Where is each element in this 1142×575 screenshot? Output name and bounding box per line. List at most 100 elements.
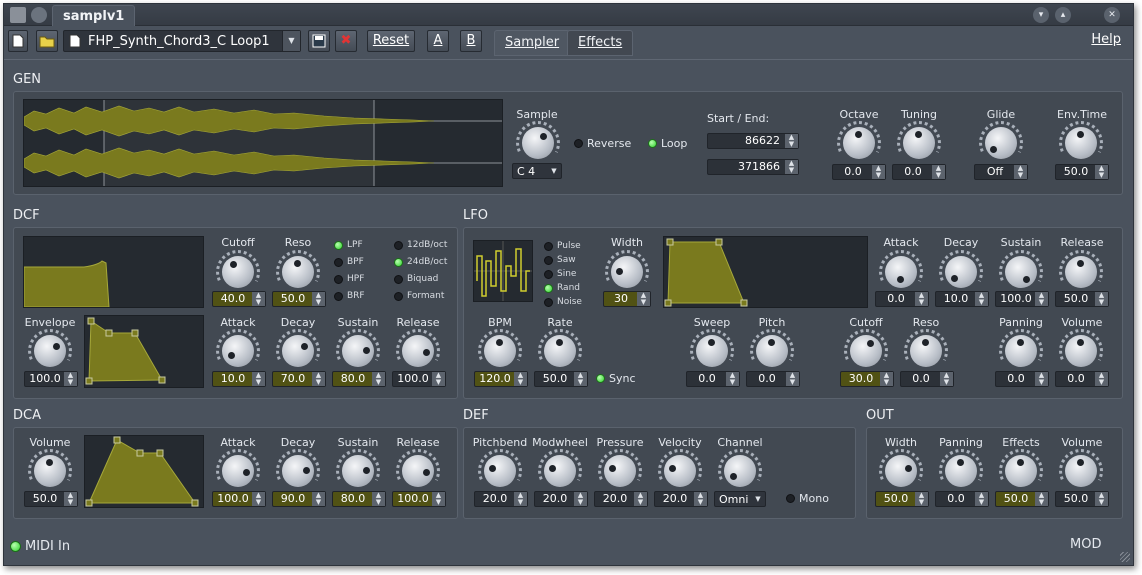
- dca-sustain-spinbox[interactable]: 80.0 ▲ ▼: [332, 491, 386, 507]
- save-preset-button[interactable]: [308, 30, 330, 52]
- dcf-decay-spinbox[interactable]: 70.0 ▲ ▼: [272, 371, 326, 387]
- glide-spinbox[interactable]: Off ▲ ▼: [974, 164, 1028, 180]
- sync-led[interactable]: [596, 374, 605, 383]
- reverse-led[interactable]: [574, 139, 583, 148]
- out-panning-spinbox[interactable]: 0.0 ▲ ▼: [935, 491, 989, 507]
- out-effects-knob[interactable]: [1005, 455, 1037, 487]
- modwheel-spinbox[interactable]: 20.0 ▲ ▼: [534, 491, 588, 507]
- out-volume-knob[interactable]: [1065, 455, 1097, 487]
- lfo-wave-graph[interactable]: [473, 240, 533, 302]
- envtime-knob[interactable]: [1065, 127, 1097, 159]
- tab-sampler[interactable]: Sampler: [494, 30, 571, 56]
- help-menu[interactable]: Help: [1091, 32, 1121, 47]
- dcf-decay-knob[interactable]: [282, 335, 314, 367]
- reset-button[interactable]: Reset: [367, 30, 415, 52]
- dcf-sustain-knob[interactable]: [342, 335, 374, 367]
- pitchbend-spinbox[interactable]: 20.0 ▲ ▼: [474, 491, 528, 507]
- lfo-cutoff-knob[interactable]: [850, 335, 882, 367]
- chevron-down-icon[interactable]: ▼: [282, 31, 300, 51]
- end-spinbox[interactable]: 371866 ▲ ▼: [707, 159, 799, 175]
- glide-knob[interactable]: [985, 127, 1017, 159]
- 24db-led[interactable]: [394, 258, 403, 267]
- sample-knob[interactable]: [522, 127, 554, 159]
- loop-led[interactable]: [648, 139, 657, 148]
- window-tab[interactable]: samplv1: [52, 5, 136, 26]
- lfo-bpm-spinbox[interactable]: 120.0 ▲ ▼: [474, 371, 528, 387]
- lfo-panning-knob[interactable]: [1005, 335, 1037, 367]
- dcf-reso-spinbox[interactable]: 50.0 ▲ ▼: [272, 291, 326, 307]
- octave-knob[interactable]: [843, 127, 875, 159]
- noise-led[interactable]: [544, 298, 553, 307]
- dcf-reso-knob[interactable]: [282, 256, 314, 288]
- velocity-spinbox[interactable]: 20.0 ▲ ▼: [654, 491, 708, 507]
- lfo-width-knob[interactable]: [611, 256, 643, 288]
- out-panning-knob[interactable]: [945, 455, 977, 487]
- dcf-attack-spinbox[interactable]: 10.0 ▲ ▼: [212, 371, 266, 387]
- dca-release-spinbox[interactable]: 100.0 ▲ ▼: [392, 491, 446, 507]
- saw-led[interactable]: [544, 256, 553, 265]
- minimize-icon[interactable]: ▾: [1033, 7, 1049, 23]
- new-preset-button[interactable]: [8, 30, 28, 52]
- filter-curve-graph[interactable]: [23, 236, 204, 308]
- open-preset-button[interactable]: [36, 30, 58, 52]
- resize-grip-icon[interactable]: [1120, 552, 1130, 562]
- rand-led[interactable]: [544, 284, 553, 293]
- pulse-led[interactable]: [544, 242, 553, 251]
- lfo-release-knob[interactable]: [1065, 256, 1097, 288]
- lfo-volume-knob[interactable]: [1065, 335, 1097, 367]
- lfo-volume-spinbox[interactable]: 0.0 ▲ ▼: [1055, 371, 1109, 387]
- dca-volume-knob[interactable]: [34, 455, 66, 487]
- out-volume-spinbox[interactable]: 50.0 ▲ ▼: [1055, 491, 1109, 507]
- dcf-attack-knob[interactable]: [222, 335, 254, 367]
- lfo-panning-spinbox[interactable]: 0.0 ▲ ▼: [995, 371, 1049, 387]
- start-spinbox[interactable]: 86622 ▲ ▼: [707, 133, 799, 149]
- biquad-led[interactable]: [394, 275, 403, 284]
- tuning-knob[interactable]: [903, 127, 935, 159]
- lfo-release-spinbox[interactable]: 50.0 ▲ ▼: [1055, 291, 1109, 307]
- out-effects-spinbox[interactable]: 50.0 ▲ ▼: [995, 491, 1049, 507]
- dca-decay-knob[interactable]: [282, 455, 314, 487]
- lfo-decay-knob[interactable]: [945, 256, 977, 288]
- lfo-pitch-knob[interactable]: [756, 335, 788, 367]
- lfo-attack-spinbox[interactable]: 0.0 ▲ ▼: [875, 291, 929, 307]
- lfo-bpm-knob[interactable]: [484, 335, 516, 367]
- tab-effects[interactable]: Effects: [567, 30, 634, 56]
- maximize-icon[interactable]: ▴: [1055, 7, 1071, 23]
- dca-attack-spinbox[interactable]: 100.0 ▲ ▼: [212, 491, 266, 507]
- lfo-reso-knob[interactable]: [910, 335, 942, 367]
- b-button[interactable]: B: [460, 30, 482, 52]
- envtime-spinbox[interactable]: 50.0 ▲ ▼: [1055, 164, 1109, 180]
- pressure-spinbox[interactable]: 20.0 ▲ ▼: [594, 491, 648, 507]
- sample-note-combo[interactable]: C 4 ▼: [512, 163, 562, 179]
- dca-volume-spinbox[interactable]: 50.0 ▲ ▼: [24, 491, 78, 507]
- mono-led[interactable]: [786, 494, 795, 503]
- dcf-sustain-spinbox[interactable]: 80.0 ▲ ▼: [332, 371, 386, 387]
- bpf-led[interactable]: [334, 258, 343, 267]
- lfo-width-spinbox[interactable]: 30 ▲ ▼: [603, 291, 651, 307]
- sample-waveform[interactable]: [23, 99, 503, 187]
- dca-envelope-graph[interactable]: [84, 435, 204, 508]
- dca-decay-spinbox[interactable]: 90.0 ▲ ▼: [272, 491, 326, 507]
- dca-sustain-knob[interactable]: [342, 455, 374, 487]
- lfo-pitch-spinbox[interactable]: 0.0 ▲ ▼: [746, 371, 800, 387]
- dca-release-knob[interactable]: [402, 455, 434, 487]
- dcf-release-spinbox[interactable]: 100.0 ▲ ▼: [392, 371, 446, 387]
- lfo-decay-spinbox[interactable]: 10.0 ▲ ▼: [935, 291, 989, 307]
- 12db-led[interactable]: [394, 241, 403, 250]
- a-button[interactable]: A: [427, 30, 449, 52]
- dcf-release-knob[interactable]: [402, 335, 434, 367]
- dcf-cutoff-knob[interactable]: [222, 256, 254, 288]
- dcf-envelope-graph[interactable]: [84, 315, 204, 388]
- channel-combo[interactable]: Omni ▼: [714, 491, 766, 507]
- pressure-knob[interactable]: [604, 455, 636, 487]
- lfo-sweep-knob[interactable]: [696, 335, 728, 367]
- close-icon[interactable]: ✕: [1104, 7, 1120, 23]
- out-width-spinbox[interactable]: 50.0 ▲ ▼: [875, 491, 929, 507]
- octave-spinbox[interactable]: 0.0 ▲ ▼: [832, 164, 886, 180]
- delete-preset-button[interactable]: ✖: [335, 30, 357, 52]
- dcf-envelope-spinbox[interactable]: 100.0 ▲ ▼: [24, 371, 78, 387]
- dcf-cutoff-spinbox[interactable]: 40.0 ▲ ▼: [212, 291, 266, 307]
- menu-circle-icon[interactable]: [31, 7, 47, 23]
- dcf-envelope-knob[interactable]: [34, 335, 66, 367]
- formant-led[interactable]: [394, 292, 403, 301]
